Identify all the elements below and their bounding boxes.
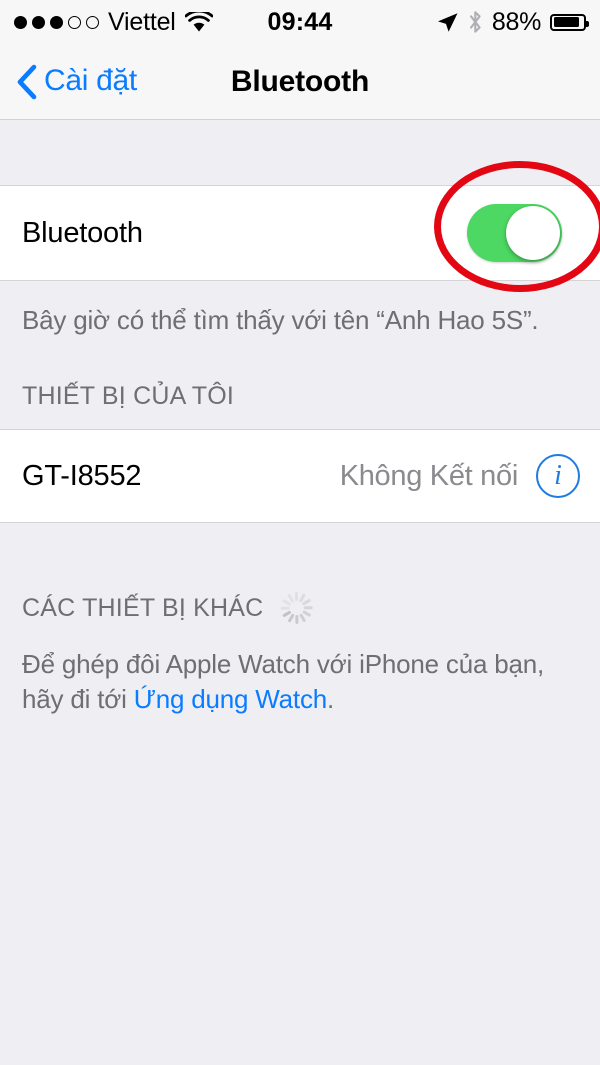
bluetooth-toggle[interactable] — [467, 204, 562, 262]
bluetooth-toggle-row[interactable]: Bluetooth — [0, 185, 600, 281]
loading-spinner-icon — [279, 591, 313, 625]
carrier-label: Viettel — [108, 7, 176, 36]
apple-watch-note: Để ghép đôi Apple Watch với iPhone của b… — [0, 625, 600, 717]
cellular-signal-icon — [14, 15, 99, 29]
signal-dot-empty — [86, 15, 99, 29]
page-title: Bluetooth — [230, 64, 370, 98]
navigation-bar: Cài đặt Bluetooth — [0, 44, 600, 120]
bluetooth-label: Bluetooth — [22, 216, 143, 249]
status-bar-right: 88% — [355, 7, 589, 36]
status-bar-left: Viettel — [14, 7, 245, 36]
bluetooth-icon — [468, 10, 483, 34]
other-devices-header-label: CÁC THIẾT BỊ KHÁC — [22, 593, 264, 622]
signal-dot-filled — [14, 15, 27, 29]
toggle-knob — [506, 206, 560, 260]
clock-label: 09:44 — [267, 7, 333, 36]
device-name: GT-I8552 — [22, 459, 142, 492]
device-row[interactable]: GT-I8552 Không Kết nối i — [0, 429, 600, 524]
info-circle-icon[interactable]: i — [536, 454, 580, 499]
status-bar: Viettel 09:44 88% — [0, 0, 600, 44]
device-status: Không Kết nối — [339, 459, 519, 492]
apple-watch-note-suffix: . — [327, 684, 335, 715]
battery-percent-label: 88% — [491, 7, 541, 36]
signal-dot-empty — [68, 15, 81, 29]
other-devices-header: CÁC THIẾT BỊ KHÁC — [0, 591, 600, 625]
my-devices-header-label: THIẾT BỊ CỦA TÔI — [22, 382, 235, 411]
discoverable-note: Bây giờ có thể tìm thấy với tên “Anh Hao… — [22, 305, 539, 335]
settings-content: Bluetooth Bây giờ có thể tìm thấy với tê… — [0, 120, 600, 1065]
my-devices-header: THIẾT BỊ CỦA TÔI — [0, 382, 600, 411]
signal-dot-filled — [32, 15, 45, 29]
watch-app-link[interactable]: Ứng dụng Watch — [134, 684, 328, 714]
location-arrow-icon — [436, 11, 459, 34]
wifi-icon — [184, 11, 213, 33]
signal-dot-filled — [50, 15, 63, 29]
battery-fill — [553, 17, 580, 27]
battery-icon — [550, 13, 589, 31]
top-spacer — [0, 120, 600, 185]
